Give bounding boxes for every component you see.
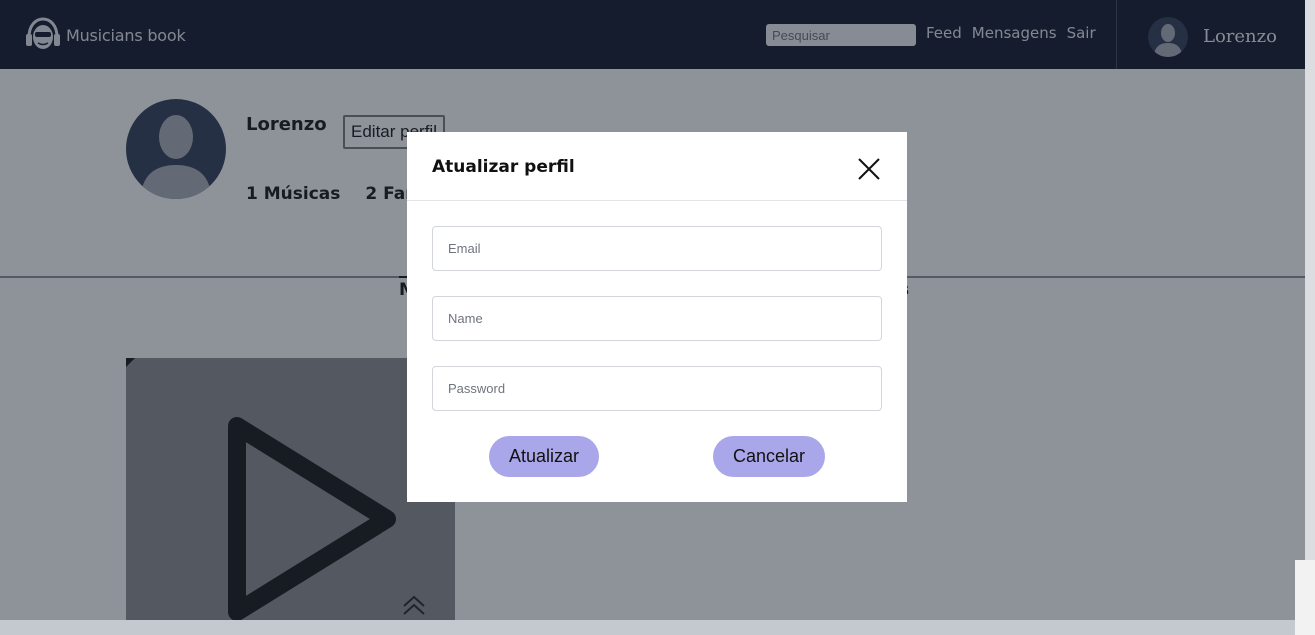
horizontal-scrollbar[interactable]	[0, 620, 1295, 635]
page: Musicians book Feed Mensagens Sair Loren…	[0, 0, 1305, 620]
update-button[interactable]: Atualizar	[489, 436, 599, 477]
email-field[interactable]	[432, 226, 882, 271]
close-icon[interactable]	[856, 156, 882, 182]
modal-separator	[407, 200, 907, 201]
vertical-scrollbar[interactable]	[1305, 0, 1315, 560]
update-profile-modal: Atualizar perfil Atualizar Cancelar	[407, 132, 907, 502]
modal-title: Atualizar perfil	[432, 157, 575, 177]
password-field[interactable]	[432, 366, 882, 411]
scroll-corner	[1295, 560, 1315, 635]
cancel-button[interactable]: Cancelar	[713, 436, 825, 477]
name-field[interactable]	[432, 296, 882, 341]
